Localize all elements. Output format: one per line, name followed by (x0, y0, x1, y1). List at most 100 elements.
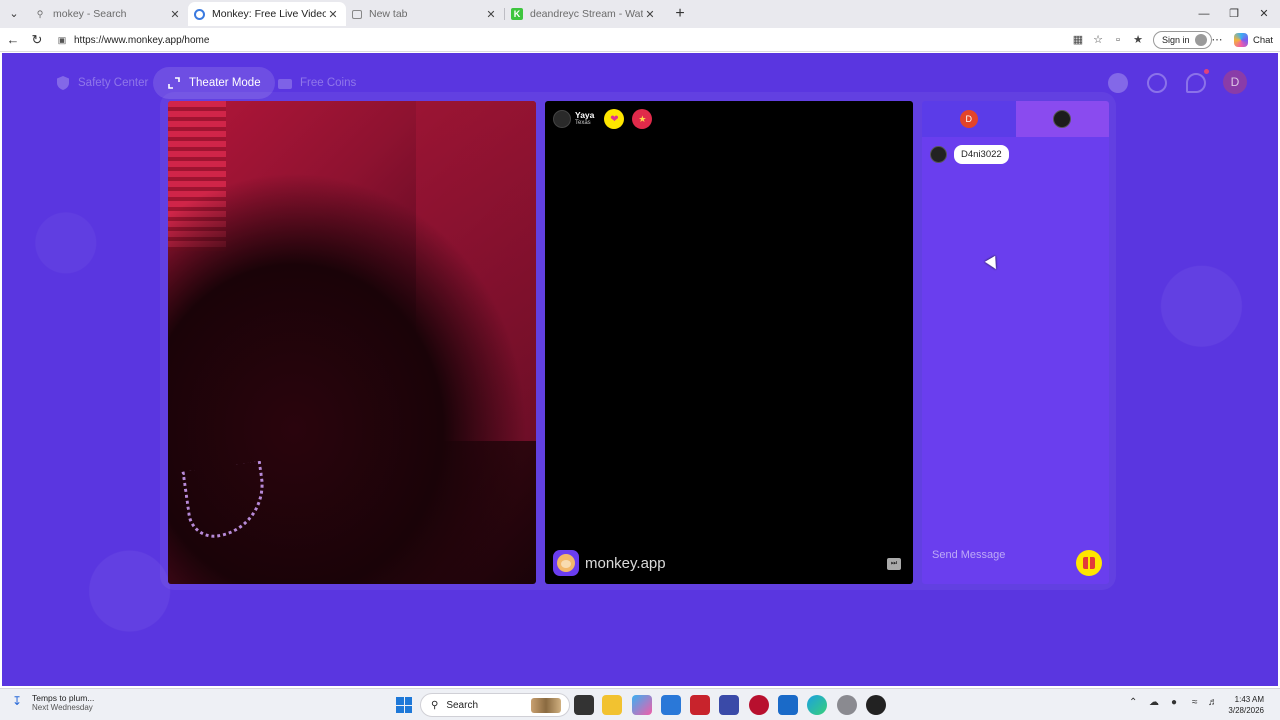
task-view-icon[interactable] (574, 695, 594, 715)
partner-name: Yaya (575, 110, 595, 120)
restore-icon[interactable]: ❐ (1218, 0, 1250, 28)
close-tab-icon[interactable]: ✕ (643, 8, 657, 21)
url-bar[interactable]: ▣ https://www.monkey.app/home (50, 30, 1150, 50)
history-clock-icon[interactable] (1147, 73, 1167, 93)
site-info-icon[interactable]: ▣ (56, 34, 68, 46)
kick-icon: K (511, 8, 523, 20)
red-app-icon[interactable] (749, 695, 769, 715)
coins-icon (278, 76, 292, 90)
messages-icon[interactable] (1186, 73, 1206, 93)
network-off-icon[interactable]: ☁ (1149, 697, 1159, 708)
windows-start-icon[interactable] (396, 697, 412, 713)
microphone-icon[interactable]: ● (1171, 697, 1177, 708)
taskbar-search[interactable]: ⚲ Search (420, 693, 570, 717)
system-clock[interactable]: 1:43 AM 3/28/2026 (1222, 694, 1264, 716)
copilot-icon (1234, 33, 1248, 47)
gift-icon (1083, 557, 1095, 569)
profile-status-icon[interactable] (1108, 73, 1128, 93)
pinned-app-icon[interactable] (866, 695, 886, 715)
tab-title: New tab (369, 8, 408, 20)
thermometer-icon: ↧ (12, 694, 23, 708)
close-tab-icon[interactable]: ✕ (168, 8, 182, 21)
page-icon (352, 9, 362, 19)
weather-title: Temps to plum... (32, 693, 95, 703)
show-hidden-icons-chevron-icon[interactable]: ⌃ (1129, 697, 1137, 708)
back-arrow-icon[interactable]: ← (3, 30, 23, 50)
tab-monkey[interactable]: Monkey: Free Live Video Chat ✕ (188, 2, 346, 26)
safety-center-button[interactable]: Safety Center (42, 67, 162, 99)
self-video-feed (168, 101, 536, 584)
copilot-label: Chat (1253, 34, 1274, 46)
safety-center-label: Safety Center (78, 77, 149, 89)
tab-title: mokey - Search (53, 8, 127, 20)
address-toolbar: ← ↻ ▣ https://www.monkey.app/home ▦ ☆ ▫ … (0, 28, 1280, 52)
monkey-favicon-icon (194, 8, 205, 20)
tab-partner-chat[interactable] (1015, 101, 1109, 137)
wifi-icon[interactable]: ≈ (1192, 697, 1198, 708)
monkey-logo-icon (553, 550, 579, 576)
shield-app-icon[interactable] (719, 695, 739, 715)
split-screen-icon[interactable]: ▦ (1068, 30, 1088, 50)
chat-participant-tabs: D (922, 101, 1109, 137)
taskbar-search-label: Search (446, 699, 479, 711)
send-message-input[interactable]: Send Message (932, 549, 1005, 561)
windows-taskbar: ↧ Temps to plum... Next Wednesday ⚲ Sear… (0, 688, 1280, 720)
profile-avatar-icon (1194, 34, 1207, 46)
theater-mode-label: Theater Mode (189, 77, 261, 89)
search-icon: ⚲ (431, 699, 439, 711)
tab-new-tab[interactable]: New tab ✕ (346, 2, 504, 26)
mcafee-icon[interactable] (690, 695, 710, 715)
favorites-list-icon[interactable]: ★ (1128, 30, 1148, 50)
watermark-text: monkey.app (585, 554, 666, 572)
notification-dot (1204, 69, 1209, 74)
gift-button[interactable] (1076, 550, 1102, 576)
partner-location: Texas (575, 120, 591, 126)
tab-title: Monkey: Free Live Video Chat (212, 8, 326, 20)
close-window-icon[interactable]: ✕ (1248, 0, 1280, 28)
clock-date: 3/28/2026 (1228, 706, 1264, 715)
minimize-icon[interactable]: — (1188, 0, 1220, 28)
weather-subtitle: Next Wednesday (32, 703, 93, 712)
url-text: https://www.monkey.app/home (74, 34, 210, 46)
tab-my-chat[interactable]: D (922, 101, 1016, 137)
sign-in-button[interactable]: Sign in (1153, 31, 1212, 49)
skip-icon[interactable]: ⏭ (887, 558, 901, 570)
volume-icon[interactable]: ♬ (1208, 697, 1218, 708)
close-tab-icon[interactable]: ✕ (326, 8, 340, 21)
message-bubble: D4ni3022 (954, 145, 1009, 164)
weather-widget[interactable]: ↧ Temps to plum... Next Wednesday (12, 693, 94, 713)
more-menu-icon[interactable]: ⋯ (1207, 30, 1227, 50)
expand-icon (167, 76, 181, 90)
copilot-chat-button[interactable]: Chat (1234, 31, 1273, 49)
message-avatar (930, 146, 947, 163)
favorite-star-icon[interactable]: ☆ (1088, 30, 1108, 50)
clock-time: 1:43 AM (1234, 695, 1264, 704)
my-avatar: D (959, 110, 978, 128)
tab-search[interactable]: ⚲ mokey - Search ✕ (28, 2, 188, 26)
outlook-icon[interactable] (778, 695, 798, 715)
chat-panel: D D4ni3022 Send Message (922, 101, 1109, 584)
search-icon: ⚲ (36, 8, 44, 19)
user-avatar[interactable]: D (1223, 70, 1247, 94)
close-tab-icon[interactable]: ✕ (484, 8, 498, 21)
tab-actions-chevron-icon[interactable]: ⌄ (4, 4, 24, 24)
gift-badge-icon[interactable]: ★ (632, 109, 653, 129)
search-highlight-image (531, 698, 561, 713)
refresh-icon[interactable]: ↻ (27, 30, 47, 50)
tab-kick-stream[interactable]: K deandreyc Stream - Watch Live on ✕ (505, 2, 663, 26)
tab-strip: ⌄ ⚲ mokey - Search ✕ Monkey: Free Live V… (0, 0, 1280, 28)
partner-video-feed: Yaya Texas ❤ ★ monkey.app ⏭ (545, 101, 913, 584)
new-tab-plus-icon[interactable]: + (670, 4, 690, 24)
store-icon[interactable] (661, 695, 681, 715)
partner-info: Yaya Texas ❤ ★ (553, 109, 653, 129)
video-icon[interactable]: ▫ (1108, 30, 1128, 50)
settings-gear-icon[interactable] (837, 695, 857, 715)
copilot-app-icon[interactable] (632, 695, 652, 715)
partner-avatar[interactable] (553, 110, 571, 128)
free-coins-label: Free Coins (300, 77, 357, 89)
edge-icon[interactable] (807, 695, 827, 715)
tab-title: deandreyc Stream - Watch Live on (530, 8, 643, 20)
heart-icon[interactable]: ❤ (604, 109, 625, 129)
sign-in-label: Sign in (1162, 35, 1190, 45)
file-explorer-icon[interactable] (602, 695, 622, 715)
